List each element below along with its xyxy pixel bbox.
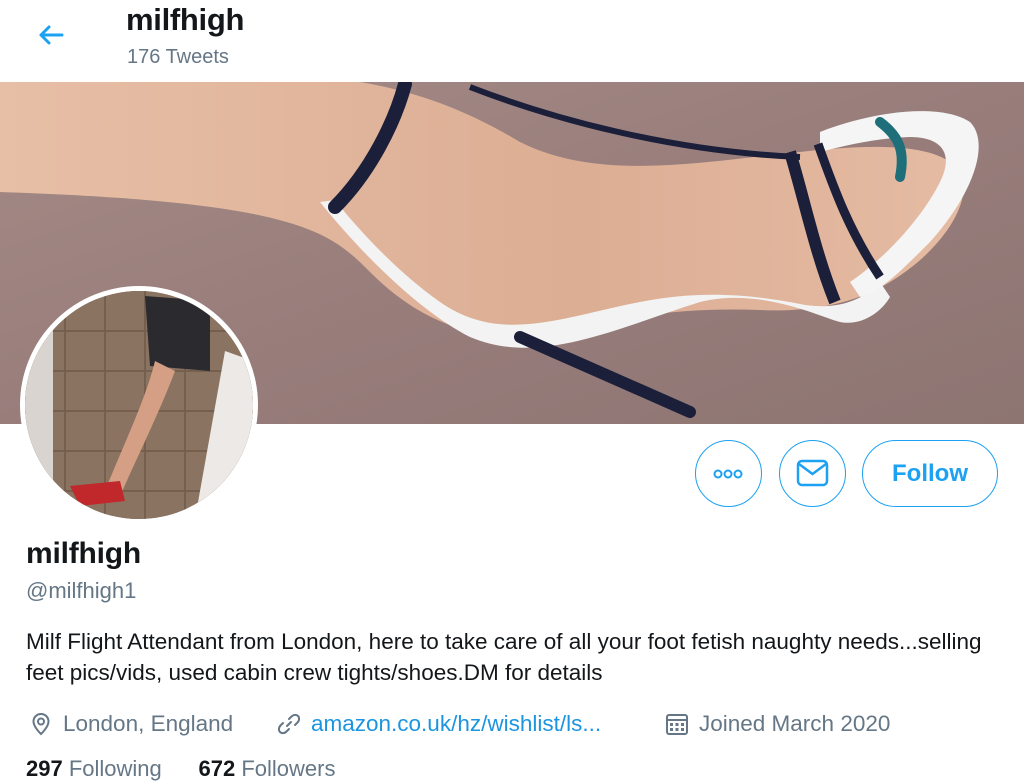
user-handle: @milfhigh1 <box>26 578 137 603</box>
profile-avatar[interactable] <box>20 286 258 524</box>
header-title: milfhigh <box>126 2 245 37</box>
envelope-icon <box>796 459 829 487</box>
link-icon <box>277 713 301 735</box>
followers-label: Followers <box>241 756 336 781</box>
joined-item: Joined March 2020 <box>664 708 890 740</box>
more-button[interactable] <box>695 440 762 507</box>
avatar-photo <box>25 291 253 519</box>
joined-text: Joined March 2020 <box>699 711 891 736</box>
follow-button[interactable]: Follow <box>862 440 998 507</box>
following-count: 297 <box>26 756 63 781</box>
website-item[interactable]: amazon.co.uk/hz/wishlist/ls... <box>276 708 601 740</box>
tweet-count: 176 Tweets <box>127 46 229 68</box>
follow-stats: 297 Following 672 Followers <box>26 756 335 782</box>
location-text: London, England <box>63 711 234 736</box>
top-bar: milfhigh 176 Tweets <box>0 0 1024 82</box>
message-button[interactable] <box>779 440 846 507</box>
followers-count: 672 <box>198 756 236 781</box>
following-link[interactable]: 297 Following <box>26 756 162 781</box>
display-name: milfhigh <box>26 537 142 570</box>
location-item: London, England <box>28 708 233 740</box>
following-label: Following <box>68 756 162 781</box>
location-pin-icon <box>32 712 50 736</box>
followers-link[interactable]: 672 Followers <box>198 756 335 781</box>
website-link[interactable]: amazon.co.uk/hz/wishlist/ls... <box>311 711 601 737</box>
calendar-icon <box>666 714 688 735</box>
profile-bio: Milf Flight Attendant from London, here … <box>26 629 982 685</box>
back-button[interactable] <box>34 18 68 52</box>
more-dots-icon <box>713 469 743 479</box>
arrow-left-icon <box>39 25 64 45</box>
